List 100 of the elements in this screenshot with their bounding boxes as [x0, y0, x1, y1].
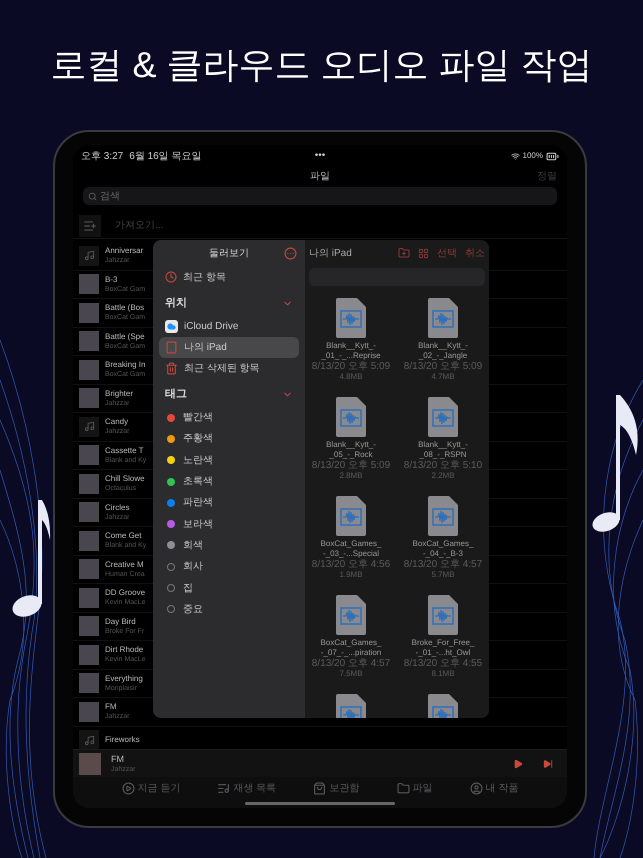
sidebar-title: 둘러보기: [209, 246, 249, 260]
recent-item[interactable]: 최근 항목: [183, 270, 226, 284]
browser-title: 나의 iPad: [309, 246, 353, 260]
file-date: 8/13/20 오후 5:09: [404, 361, 482, 372]
location-item[interactable]: 최근 삭제된 항목: [159, 358, 299, 379]
album-art-placeholder: [79, 702, 99, 722]
album-art-placeholder: [79, 752, 101, 774]
cloud-icon: [165, 320, 178, 333]
tag-item[interactable]: 회사: [183, 559, 203, 574]
song-title[interactable]: Fireworks: [105, 735, 151, 746]
multitask-dots: •••: [314, 151, 326, 161]
tag-item[interactable]: 빨간색: [183, 410, 213, 426]
tag-item[interactable]: 집: [183, 580, 193, 596]
file-size: 1.9MB: [339, 570, 363, 579]
song-title[interactable]: Cassette T: [105, 446, 151, 456]
audio-file-icon: [428, 397, 458, 437]
tag-item[interactable]: 회색: [183, 538, 203, 553]
song-title[interactable]: Candy: [105, 417, 151, 428]
album-art-placeholder: [79, 274, 99, 294]
file-name[interactable]: Blank__Kytt_- _05_-_Rock: [326, 440, 376, 460]
folder-add-icon[interactable]: [398, 247, 410, 259]
audio-file-icon: [336, 496, 366, 536]
play-button[interactable]: [513, 758, 523, 768]
file-name[interactable]: BoxCat_Games_ -_04_-_B-3: [412, 539, 474, 559]
skip-forward-button[interactable]: [543, 758, 553, 768]
file-date: 8/13/20 오후 5:10: [404, 460, 482, 471]
file-date: 8/13/20 오후 4:57: [312, 658, 390, 669]
song-title[interactable]: Battle (Spe: [105, 332, 151, 342]
headline: 로컬 & 클라우드 오디오 파일 작업: [50, 43, 593, 87]
album-art-placeholder: [79, 502, 99, 522]
music-note-icon: [592, 395, 638, 532]
tag-item[interactable]: 주황색: [183, 431, 213, 446]
file-name[interactable]: BoxCat_Games_ -_03_-...Special: [320, 539, 382, 559]
tag-item[interactable]: 중요: [183, 602, 203, 617]
trash-icon: [165, 362, 178, 375]
album-art-placeholder: [79, 331, 99, 352]
play-circle-icon: [122, 782, 135, 794]
file-name[interactable]: Blank__Kytt_- _08_-_RSPN: [418, 440, 468, 460]
music-note-icon: [12, 500, 50, 617]
album-art-placeholder: [79, 588, 99, 608]
audio-file-icon: [428, 496, 458, 536]
song-title[interactable]: Come Get: [105, 531, 151, 542]
tablet-icon: [165, 341, 178, 354]
wifi-icon: [510, 152, 520, 160]
album-art-placeholder: [79, 474, 99, 494]
section-header: 태그: [165, 386, 187, 402]
song-title[interactable]: Battle (Bos: [105, 303, 151, 314]
song-title[interactable]: Day Bird: [105, 616, 151, 627]
song-title[interactable]: Circles: [105, 502, 151, 513]
location-item[interactable]: iCloud Drive: [159, 316, 299, 337]
album-art-placeholder: [79, 445, 99, 466]
music-list-icon: [217, 782, 230, 794]
file-date: 8/13/20 오후 5:09: [312, 460, 390, 471]
audio-file-icon: [428, 595, 458, 635]
album-art-placeholder: [79, 530, 99, 551]
status-time: 오후 3:27: [81, 150, 124, 164]
file-name[interactable]: Blank__Kytt_- _02_-_Jangle: [418, 341, 468, 361]
song-title[interactable]: B-3: [105, 274, 151, 285]
tag-item[interactable]: 파란색: [183, 495, 213, 510]
search-placeholder: 검색: [100, 190, 120, 204]
tag-item[interactable]: 노란색: [183, 452, 213, 468]
album-art-placeholder: [79, 360, 99, 380]
song-title[interactable]: Breaking In: [105, 360, 151, 370]
album-art-placeholder: [79, 302, 99, 323]
bag-icon: [313, 782, 326, 794]
file-name[interactable]: Blank__Kytt_- _01_-_...Reprise: [321, 341, 381, 361]
file-size: 4.7MB: [431, 372, 455, 381]
audio-file-icon: [336, 595, 366, 635]
more-button[interactable]: [284, 246, 297, 260]
grid-view-icon[interactable]: [418, 248, 429, 258]
tag-item[interactable]: 초록색: [183, 474, 213, 490]
song-title[interactable]: Brighter: [105, 388, 151, 399]
file-name[interactable]: BoxCat_Games_ -_07_-_...piration: [320, 638, 382, 658]
file-name[interactable]: Broke_For_Free_ -_01_-...ht_Owl: [412, 638, 474, 658]
music-note-thumbnail: [79, 416, 99, 437]
battery-icon: [546, 150, 559, 162]
file-size: 8.1MB: [431, 669, 455, 678]
song-title[interactable]: Chill Slowe: [105, 474, 151, 484]
song-title[interactable]: Anniversar: [105, 246, 151, 256]
song-title[interactable]: Creative M: [105, 560, 151, 570]
status-date: 6월 16일 목요일: [129, 150, 202, 164]
song-title[interactable]: Everything: [105, 674, 151, 684]
user-icon: [470, 782, 483, 794]
location-item[interactable]: 나의 iPad: [159, 337, 299, 358]
search-icon: [88, 192, 97, 200]
album-art-placeholder: [79, 388, 99, 408]
audio-file-icon: [336, 397, 366, 437]
file-date: 8/13/20 오후 4:55: [404, 658, 482, 669]
nav-title: 파일: [310, 170, 330, 184]
song-title[interactable]: Dirt Rhode: [105, 645, 151, 656]
file-size: 2.2MB: [431, 471, 455, 480]
file-date: 8/13/20 오후 5:09: [312, 361, 390, 372]
song-title[interactable]: FM: [105, 702, 151, 712]
file-date: 8/13/20 오후 4:56: [312, 559, 390, 570]
music-note-thumbnail: [79, 246, 99, 266]
album-art-placeholder: [79, 644, 99, 665]
song-title[interactable]: DD Groove: [105, 588, 151, 598]
tag-item[interactable]: 보라색: [183, 516, 213, 532]
file-size: 7.5MB: [339, 669, 363, 678]
file-date: 8/13/20 오후 4:57: [404, 559, 482, 570]
